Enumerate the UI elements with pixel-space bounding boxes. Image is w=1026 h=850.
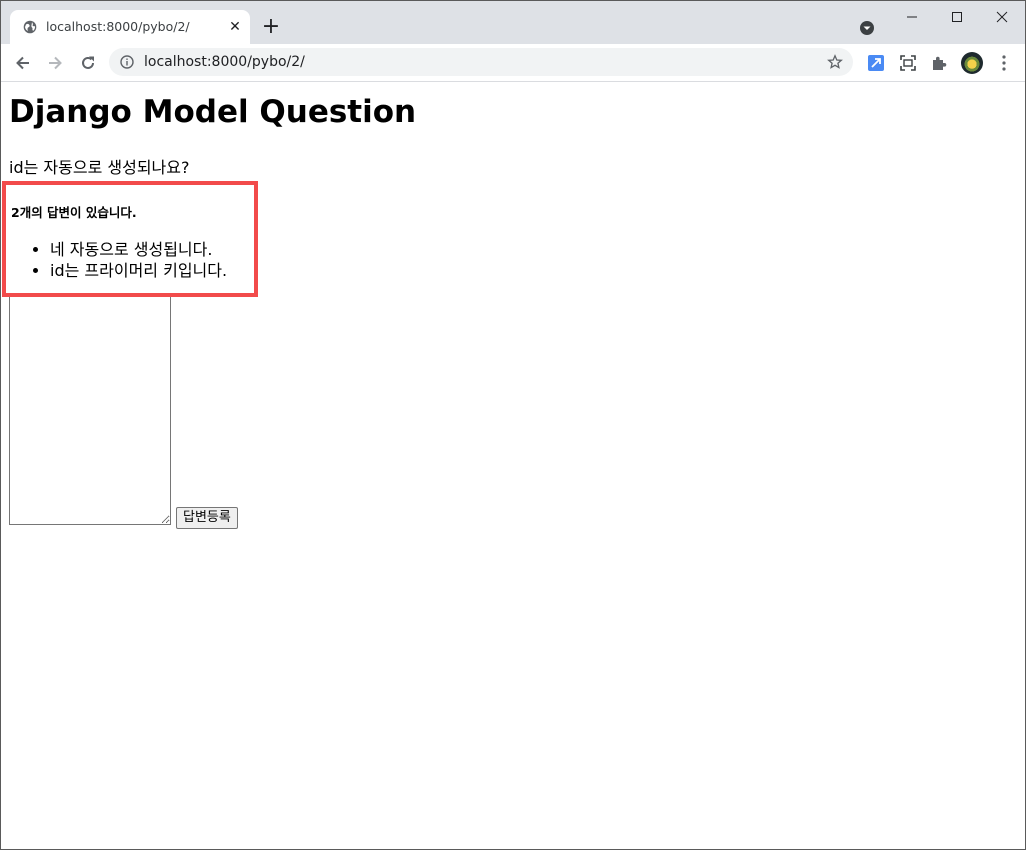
tab-close-icon[interactable]: ✕ bbox=[228, 20, 242, 34]
reload-icon[interactable] bbox=[78, 53, 98, 73]
window-close-icon[interactable] bbox=[992, 7, 1012, 27]
bookmark-star-icon[interactable] bbox=[827, 54, 843, 70]
site-info-icon[interactable] bbox=[120, 55, 134, 69]
extensions-puzzle-icon[interactable] bbox=[930, 54, 948, 72]
forward-arrow-icon[interactable] bbox=[45, 53, 65, 73]
browser-window: localhost:8000/pybo/2/ ✕ + localhost:800… bbox=[0, 0, 1026, 850]
answer-count: 2개의 답변이 있습니다. bbox=[11, 205, 137, 220]
submit-answer-button[interactable]: 답변등록 bbox=[176, 507, 238, 529]
new-tab-button[interactable]: + bbox=[261, 16, 281, 38]
browser-tab[interactable]: localhost:8000/pybo/2/ ✕ bbox=[10, 10, 250, 44]
question-content: id는 자동으로 생성되나요? bbox=[9, 158, 190, 177]
answer-section-highlight: 2개의 답변이 있습니다. 네 자동으로 생성됩니다. id는 프라이머리 키입… bbox=[2, 181, 258, 297]
screen-capture-icon[interactable] bbox=[899, 54, 917, 72]
extension-arrow-icon[interactable] bbox=[867, 54, 885, 72]
question-title: Django Model Question bbox=[9, 94, 417, 130]
answer-item: id는 프라이머리 키입니다. bbox=[50, 260, 227, 281]
globe-icon bbox=[23, 20, 37, 34]
answer-item: 네 자동으로 생성됩니다. bbox=[50, 239, 227, 260]
browser-toolbar: localhost:8000/pybo/2/ bbox=[1, 44, 1025, 82]
answer-list: 네 자동으로 생성됩니다. id는 프라이머리 키입니다. bbox=[6, 239, 227, 281]
back-arrow-icon[interactable] bbox=[13, 53, 33, 73]
address-bar[interactable]: localhost:8000/pybo/2/ bbox=[109, 48, 853, 76]
tab-search-icon[interactable] bbox=[859, 20, 875, 36]
page-content: Django Model Question id는 자동으로 생성되나요? 2개… bbox=[1, 82, 1025, 849]
url-text[interactable]: localhost:8000/pybo/2/ bbox=[144, 54, 305, 70]
maximize-icon[interactable] bbox=[947, 7, 967, 27]
minimize-icon[interactable] bbox=[902, 7, 922, 27]
more-menu-icon[interactable] bbox=[996, 54, 1012, 72]
tab-title: localhost:8000/pybo/2/ bbox=[46, 19, 190, 34]
answer-textarea[interactable] bbox=[9, 292, 171, 525]
profile-avatar[interactable] bbox=[961, 52, 983, 74]
tab-strip: localhost:8000/pybo/2/ ✕ + bbox=[1, 1, 1025, 44]
